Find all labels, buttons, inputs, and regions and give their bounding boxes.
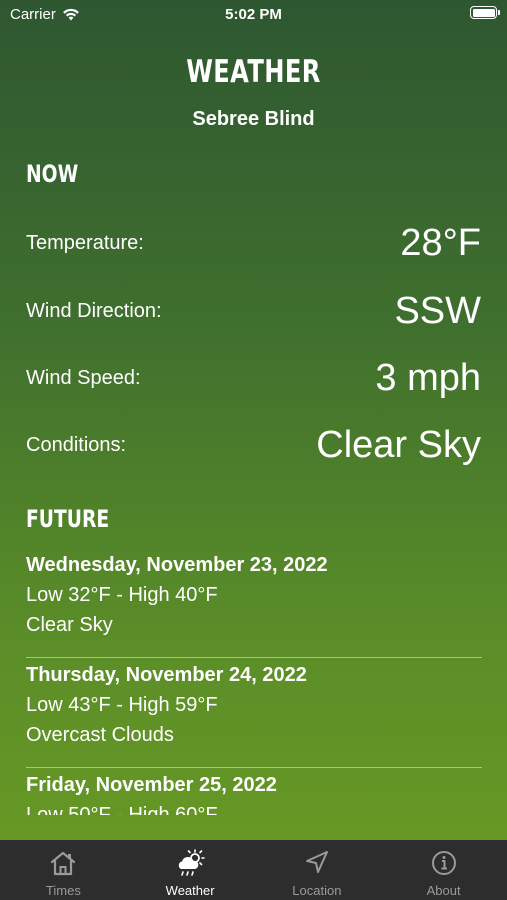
- home-icon: [51, 851, 76, 876]
- temperature-row: Temperature: 28°F: [26, 222, 481, 265]
- wind-direction-value: SSW: [394, 290, 481, 332]
- forecast-range: Low 32°F - High 40°F: [26, 584, 218, 606]
- temperature-value: 28°F: [400, 222, 481, 264]
- forecast-date: Wednesday, November 23, 2022: [26, 554, 328, 576]
- wind-speed-row: Wind Speed: 3 mph: [26, 357, 481, 400]
- tab-location-label: Location: [292, 883, 342, 898]
- future-heading: FUTURE: [26, 505, 110, 533]
- conditions-value: Clear Sky: [316, 424, 481, 466]
- wind-speed-value: 3 mph: [375, 357, 481, 399]
- wind-speed-label: Wind Speed:: [26, 367, 141, 389]
- wind-direction-row: Wind Direction: SSW: [26, 290, 481, 333]
- forecast-conditions: Clear Sky: [26, 614, 113, 636]
- tab-times-label: Times: [45, 883, 81, 898]
- forecast-list[interactable]: Wednesday, November 23, 2022 Low 32°F - …: [0, 548, 507, 815]
- location-name: Sebree Blind: [192, 108, 315, 130]
- forecast-day: Thursday, November 24, 2022 Low 43°F - H…: [0, 658, 507, 768]
- forecast-conditions: Overcast Clouds: [26, 724, 174, 746]
- forecast-range: Low 43°F - High 59°F: [26, 694, 218, 716]
- conditions-label: Conditions:: [26, 434, 127, 456]
- tab-about-label: About: [426, 883, 461, 898]
- tab-times[interactable]: Times: [0, 840, 127, 900]
- tab-bar: Times Weather Location About: [0, 840, 507, 900]
- forecast-date: Friday, November 25, 2022: [26, 774, 277, 796]
- status-bar: Carrier 5:02 PM: [0, 0, 507, 28]
- status-time: 5:02 PM: [225, 6, 282, 23]
- weather-icon: [178, 849, 205, 876]
- forecast-day: Wednesday, November 23, 2022 Low 32°F - …: [0, 548, 507, 658]
- tab-about[interactable]: About: [380, 840, 507, 900]
- info-icon: [431, 851, 456, 875]
- wind-direction-label: Wind Direction:: [26, 300, 162, 322]
- page-title: WEATHER: [186, 54, 321, 90]
- tab-weather-label: Weather: [165, 883, 215, 898]
- temperature-label: Temperature:: [26, 232, 144, 254]
- location-arrow-icon: [305, 851, 328, 873]
- conditions-row: Conditions: Clear Sky: [26, 424, 481, 467]
- status-right: [470, 6, 500, 19]
- tab-weather[interactable]: Weather: [127, 840, 254, 900]
- forecast-day: Friday, November 25, 2022 Low 50°F - Hig…: [0, 768, 507, 815]
- now-heading: NOW: [26, 160, 79, 188]
- tab-location[interactable]: Location: [254, 840, 381, 900]
- weather-screen: Carrier 5:02 PM WEATHER Sebree Blind NOW…: [0, 0, 507, 900]
- forecast-date: Thursday, November 24, 2022: [26, 664, 307, 686]
- forecast-range: Low 50°F - High 60°F: [26, 804, 218, 815]
- battery-icon: [470, 6, 500, 19]
